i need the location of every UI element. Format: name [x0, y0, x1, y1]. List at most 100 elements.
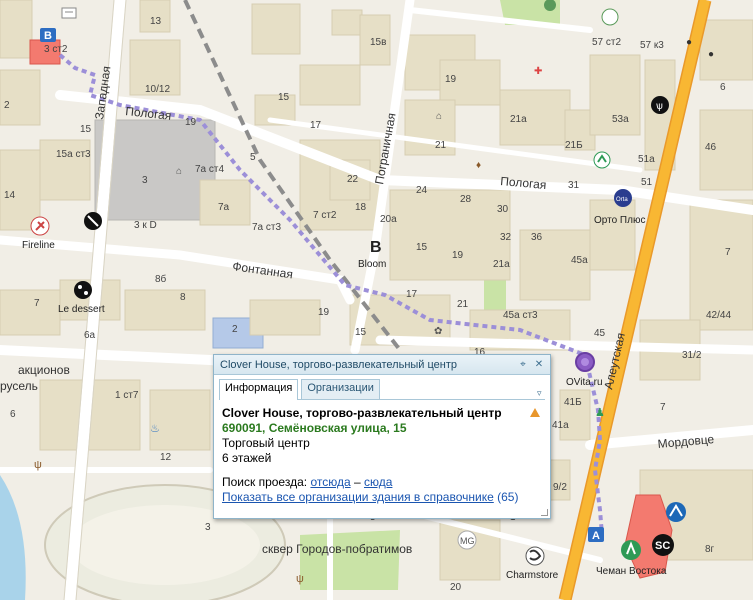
building-number: 31/2 — [682, 350, 702, 361]
poi-oval[interactable] — [593, 151, 611, 169]
food-icon: ψ — [34, 459, 42, 471]
place-type: Торговый центр — [222, 436, 310, 450]
restaurant-icon: ѱ — [656, 101, 663, 112]
sc-logo-icon: SC — [655, 540, 670, 552]
building-number: 15 — [278, 92, 290, 103]
building-number: 8б — [155, 273, 167, 285]
building-number: 24 — [416, 185, 428, 196]
popup-title: Clover House, торгово-развлекательный це… — [220, 358, 458, 371]
place-address: 690091, Семёновская улица, 15 — [222, 421, 407, 435]
building-number: 7 — [725, 247, 731, 258]
route-end-marker[interactable]: A — [588, 527, 604, 542]
route-start-marker[interactable]: B — [40, 28, 56, 42]
tab-organizations[interactable]: Организации — [301, 379, 380, 399]
poi-label: Fireline — [22, 240, 55, 251]
pharmacy-icon — [581, 358, 589, 366]
place-floors: 6 этажей — [222, 451, 272, 465]
poi-dark-circle[interactable]: ѱ — [651, 96, 669, 114]
building-number: 19 — [318, 307, 330, 318]
building-number: 7 — [660, 402, 666, 413]
building-number: 2 — [4, 100, 10, 111]
building-number: 20 — [450, 582, 462, 593]
building-number: 15 — [80, 124, 92, 135]
orto-badge-icon: Orta — [616, 197, 628, 203]
building-number: 3 к D — [134, 220, 157, 231]
building-number: 13 — [150, 16, 162, 27]
building-number: 8 — [180, 292, 186, 303]
building-number: 3 — [205, 522, 211, 533]
label-skver: сквер Городов-побратимов — [262, 542, 412, 556]
route-search-label: Поиск проезда: — [222, 475, 308, 489]
building-number: 21а — [493, 259, 510, 270]
building-number: 17 — [310, 120, 322, 131]
building-number: 5 — [250, 152, 256, 163]
street-okeansky: акционов — [18, 363, 70, 377]
walk-icon: ♟ — [595, 407, 605, 419]
building-number: 30 — [497, 204, 509, 215]
building-number: 6 — [720, 82, 726, 93]
route-from-link[interactable]: отсюда — [310, 475, 350, 489]
popup-titlebar[interactable]: Clover House, торгово-развлекательный це… — [214, 355, 550, 375]
flame-icon: ♦ — [476, 160, 481, 171]
building-number: 15в — [370, 37, 386, 48]
place-name: Clover House, торгово-развлекательный це… — [222, 406, 502, 420]
show-orgs-link[interactable]: Показать все организации здания в справо… — [222, 490, 494, 504]
poi-badge-top[interactable] — [61, 7, 77, 19]
poi-sc[interactable]: SC — [652, 534, 674, 556]
poi-label: Орто Плюс — [594, 215, 645, 226]
street-rusel: русель — [0, 379, 38, 393]
resize-handle[interactable] — [541, 509, 548, 516]
building-number: 3 — [142, 175, 148, 186]
building-number: 41а — [552, 420, 569, 431]
route-to-link[interactable]: сюда — [364, 475, 392, 489]
building-number: 18 — [355, 202, 367, 213]
building-number: 32 — [500, 232, 512, 243]
dessert-icon — [78, 285, 82, 289]
building-number: 3 ст2 — [44, 44, 68, 55]
popup-tabs: Информация Организации ▿ — [219, 379, 545, 400]
building-number: 36 — [531, 232, 543, 243]
chevron-down-icon[interactable]: ▿ — [537, 388, 545, 399]
show-orgs-row: Показать все организации здания в справо… — [222, 490, 542, 505]
pin-icon[interactable]: ⌖ — [518, 359, 528, 370]
route-end-letter: A — [592, 530, 600, 542]
building-number: 7 — [34, 298, 40, 309]
mg-logo-icon: MG — [460, 536, 475, 546]
building-number: 15 — [355, 327, 367, 338]
close-icon[interactable]: ✕ — [534, 359, 544, 370]
building-number: 17 — [406, 289, 418, 300]
building-number: 21 — [457, 299, 469, 310]
building-number: 45 — [594, 328, 606, 339]
info-popup[interactable]: Clover House, торгово-развлекательный це… — [213, 354, 551, 519]
route-search: Поиск проезда: отсюда – сюда — [222, 475, 542, 490]
medical-icon: ✚ — [534, 66, 542, 77]
route-start-letter: B — [44, 30, 52, 42]
building-number: 7 ст2 — [313, 210, 337, 221]
building-number: 7а ст4 — [195, 164, 224, 175]
building-number: 10/12 — [145, 84, 170, 95]
poi-mountain[interactable] — [666, 502, 686, 522]
poi-mg[interactable]: MG — [457, 530, 477, 550]
tab-information[interactable]: Информация — [219, 379, 299, 400]
building-number: 19 — [452, 250, 464, 261]
warning-icon[interactable] — [530, 408, 540, 417]
building-number: 51а — [638, 154, 655, 165]
building-number: 53а — [612, 114, 629, 125]
bench-icon: ✿ — [434, 326, 442, 337]
orgs-count: (65) — [497, 490, 519, 504]
drink-icon: ♨ — [150, 423, 160, 435]
poi-label: Чеман Востока — [596, 566, 667, 577]
building-number: 7а ст3 — [252, 222, 281, 233]
poi-label: Le dessert — [58, 304, 105, 315]
building-number: 8г — [705, 544, 715, 555]
building-number: 46 — [705, 142, 717, 153]
building-number: 14 — [4, 190, 16, 201]
building-number: 51 — [641, 177, 653, 188]
poi-darts[interactable] — [84, 212, 102, 230]
home-icon: ⌂ — [436, 111, 442, 122]
popup-body: Clover House, торгово-развлекательный це… — [214, 400, 550, 505]
park-skver — [300, 530, 400, 590]
poi-label: Bloom — [358, 259, 386, 270]
map-canvas[interactable]: Западная Пологая Пологая Пограничная Фон… — [0, 0, 753, 600]
building-number: 6а — [84, 330, 96, 341]
